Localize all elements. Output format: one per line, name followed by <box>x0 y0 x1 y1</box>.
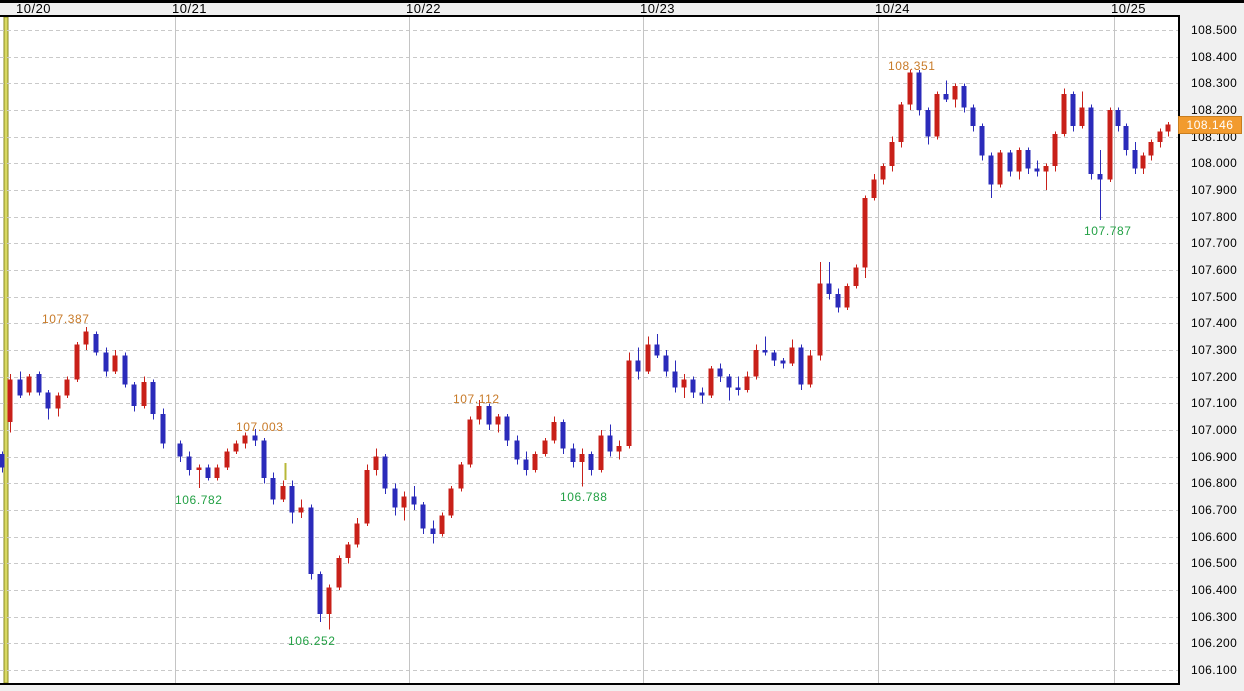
y-axis-price-label: 107.300 <box>1191 343 1237 357</box>
candle <box>599 430 604 473</box>
candle <box>365 465 370 526</box>
candle <box>459 462 464 491</box>
candle <box>917 70 922 115</box>
candle <box>533 451 538 472</box>
candle <box>1071 91 1076 131</box>
y-axis-price-label: 107.000 <box>1191 423 1237 437</box>
candle <box>225 449 230 470</box>
low-price-annotation: 106.252 <box>288 634 336 648</box>
candle <box>65 377 70 398</box>
candle <box>1089 105 1094 180</box>
plot-bottom-border <box>0 683 1180 685</box>
candle <box>627 353 632 449</box>
x-axis: 10/20 10/21 10/22 10/23 10/24 10/25 <box>0 3 1244 15</box>
candle <box>1053 131 1058 171</box>
candle <box>440 513 445 537</box>
candle <box>908 70 913 110</box>
candle <box>75 342 80 382</box>
y-axis-price-label: 106.800 <box>1191 476 1237 490</box>
candle <box>449 486 454 518</box>
plot-top-border <box>0 15 1180 17</box>
high-price-annotation: 107.003 <box>236 420 284 434</box>
y-axis-price-label: 107.200 <box>1191 370 1237 384</box>
candle <box>37 371 42 395</box>
candle <box>1108 107 1113 182</box>
candle <box>27 374 32 395</box>
low-price-annotation: 106.782 <box>175 493 223 507</box>
candle <box>998 150 1003 187</box>
candle <box>123 353 128 388</box>
candle <box>863 195 868 278</box>
y-axis-price-label: 106.200 <box>1191 636 1237 650</box>
candle <box>709 366 714 398</box>
y-axis-price-label: 108.000 <box>1191 156 1237 170</box>
high-price-annotation: 108.351 <box>888 59 936 73</box>
candle <box>899 102 904 147</box>
x-axis-date-label: 10/20 <box>16 1 51 16</box>
y-axis-price-label: 107.500 <box>1191 290 1237 304</box>
low-price-annotation: 107.787 <box>1084 224 1132 238</box>
current-price-label: 108.146 <box>1187 118 1234 132</box>
candle <box>935 91 940 139</box>
candle <box>1062 89 1067 137</box>
y-axis-price-label: 108.300 <box>1191 76 1237 90</box>
y-axis-price-label: 108.200 <box>1191 103 1237 117</box>
candle <box>161 409 166 449</box>
y-axis-price-label: 106.900 <box>1191 450 1237 464</box>
y-axis-price-label: 107.400 <box>1191 316 1237 330</box>
y-axis-price-label: 108.500 <box>1191 23 1237 37</box>
candle <box>262 438 267 483</box>
y-axis-price-label: 106.700 <box>1191 503 1237 517</box>
y-axis-price-label: 107.100 <box>1191 396 1237 410</box>
y-axis-price-label: 106.300 <box>1191 610 1237 624</box>
candle <box>980 123 985 160</box>
low-price-annotation: 106.788 <box>560 490 608 504</box>
y-axis-price-label: 107.800 <box>1191 210 1237 224</box>
candle <box>543 438 548 457</box>
high-price-annotation: 107.387 <box>42 312 90 326</box>
chart-window: 10/20 10/21 10/22 10/23 10/24 10/25 108.500 10… <box>0 0 1244 691</box>
y-axis-price-label: 108.400 <box>1191 50 1237 64</box>
y-axis-price-label: 106.600 <box>1191 530 1237 544</box>
y-axis-price-label: 107.900 <box>1191 183 1237 197</box>
candle <box>151 379 156 419</box>
candle <box>94 331 99 355</box>
candle <box>845 283 850 310</box>
candlestick-chart[interactable] <box>0 15 1180 685</box>
candle <box>468 417 473 468</box>
candle <box>799 345 804 390</box>
y-axis-price-label: 106.500 <box>1191 556 1237 570</box>
candle <box>808 350 813 387</box>
x-axis-date-label: 10/23 <box>640 1 675 16</box>
candle <box>337 555 342 590</box>
x-axis-date-label: 10/22 <box>406 1 441 16</box>
x-axis-date-label: 10/24 <box>875 1 910 16</box>
high-price-annotation: 107.112 <box>453 392 500 406</box>
candle <box>854 265 859 289</box>
x-axis-date-label: 10/25 <box>1111 1 1146 16</box>
y-axis-price-label: 106.400 <box>1191 583 1237 597</box>
y-axis-price-label: 107.600 <box>1191 263 1237 277</box>
y-axis-price-label: 107.700 <box>1191 236 1237 250</box>
candle <box>309 505 314 580</box>
current-price-badge: 108.146 <box>1178 116 1242 134</box>
y-axis-price-label: 106.100 <box>1191 663 1237 677</box>
candle <box>383 454 388 494</box>
x-axis-date-label: 10/21 <box>172 1 207 16</box>
